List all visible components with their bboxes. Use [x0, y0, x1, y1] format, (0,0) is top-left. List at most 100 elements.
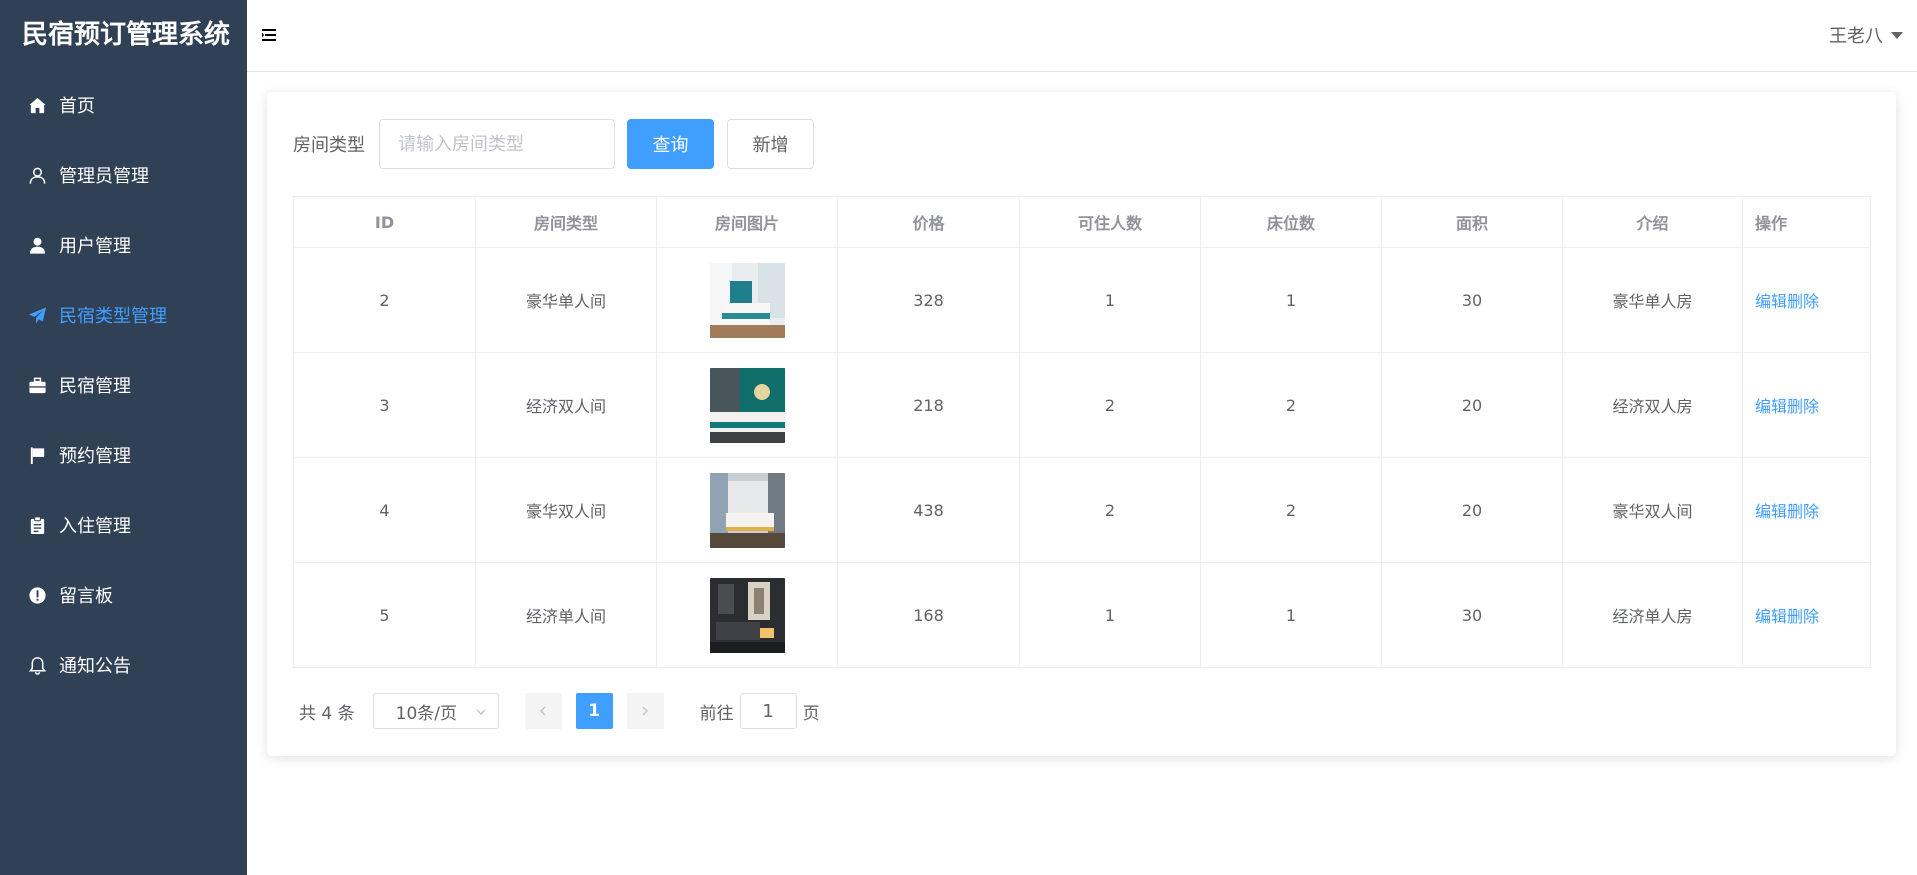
room-image[interactable] [709, 577, 785, 653]
sidebar-item-notices[interactable]: 通知公告 [0, 630, 247, 700]
sidebar-item-label: 民宿类型管理 [59, 306, 167, 327]
column-header-capacity: 可住人数 [1019, 196, 1201, 248]
cell-room-image [656, 352, 838, 458]
column-header-beds: 床位数 [1200, 196, 1382, 248]
sidebar-item-users[interactable]: 用户管理 [0, 210, 247, 280]
room-image[interactable] [709, 262, 785, 338]
goto-prefix: 前往 [699, 703, 734, 724]
cell-price: 328 [837, 247, 1020, 353]
page-number-button[interactable]: 1 [575, 693, 613, 729]
sidebar: 民宿预订管理系统 首页 管理员管理 用户管理 民宿类型管理 民宿管理 预约管理 … [0, 0, 247, 875]
sidebar-item-checkin[interactable]: 入住管理 [0, 490, 247, 560]
table-row: 3 经济双人间 218 2 2 20 经济双人房 编辑删除 [293, 352, 1871, 458]
chevron-down-icon [474, 704, 488, 718]
sidebar-item-room-types[interactable]: 民宿类型管理 [0, 280, 247, 350]
chevron-right-icon [642, 706, 649, 716]
sidebar-item-homestays[interactable]: 民宿管理 [0, 350, 247, 420]
cell-price: 218 [837, 352, 1020, 458]
cell-room-type: 豪华单人间 [475, 247, 657, 353]
user-dropdown[interactable]: 王老八 [1829, 22, 1903, 48]
chevron-left-icon [540, 706, 546, 716]
cell-room-type: 经济单人间 [475, 562, 657, 668]
delete-link[interactable]: 删除 [1787, 502, 1819, 521]
page-size-value: 10条/页 [395, 703, 457, 724]
collapse-menu-icon[interactable] [261, 26, 279, 44]
table-header-row: ID 房间类型 房间图片 价格 可住人数 床位数 面积 介绍 操作 [293, 196, 1871, 248]
cell-intro: 豪华双人间 [1562, 457, 1743, 563]
delete-link[interactable]: 删除 [1787, 292, 1819, 311]
sidebar-item-label: 预约管理 [59, 446, 131, 467]
clipboard-icon [27, 515, 47, 535]
cell-room-image [656, 562, 838, 668]
column-header-price: 价格 [837, 196, 1020, 248]
sidebar-item-home[interactable]: 首页 [0, 70, 247, 140]
cell-room-type: 经济双人间 [475, 352, 657, 458]
cell-actions: 编辑删除 [1742, 352, 1871, 458]
edit-link[interactable]: 编辑 [1755, 607, 1787, 626]
cell-beds: 1 [1200, 562, 1382, 668]
sidebar-item-admin[interactable]: 管理员管理 [0, 140, 247, 210]
delete-link[interactable]: 删除 [1787, 607, 1819, 626]
cell-id: 4 [293, 457, 476, 563]
suitcase-icon [27, 375, 47, 395]
column-header-id: ID [293, 196, 476, 248]
cell-beds: 1 [1200, 247, 1382, 353]
edit-link[interactable]: 编辑 [1755, 292, 1787, 311]
room-type-search-input[interactable] [379, 119, 615, 169]
sidebar-item-label: 首页 [59, 96, 95, 117]
delete-link[interactable]: 删除 [1787, 397, 1819, 416]
room-image[interactable] [709, 472, 785, 548]
cell-id: 3 [293, 352, 476, 458]
send-icon [27, 305, 47, 325]
cell-area: 20 [1381, 457, 1563, 563]
search-toolbar: 房间类型 查询 新增 [293, 119, 814, 169]
table-row: 4 豪华双人间 438 2 2 20 豪华双人间 编辑删除 [293, 457, 1871, 563]
column-header-intro: 介绍 [1562, 196, 1743, 248]
cell-area: 20 [1381, 352, 1563, 458]
goto-page-input[interactable] [739, 693, 797, 729]
bell-icon [27, 655, 47, 675]
total-count: 共 4 条 [299, 703, 355, 724]
cell-actions: 编辑删除 [1742, 562, 1871, 668]
cell-area: 30 [1381, 247, 1563, 353]
user-solid-icon [27, 235, 47, 255]
next-page-button[interactable] [626, 693, 664, 729]
sidebar-item-label: 留言板 [59, 586, 113, 607]
page-size-select[interactable]: 10条/页 [372, 693, 499, 729]
sidebar-item-label: 管理员管理 [59, 166, 149, 187]
sidebar-item-label: 入住管理 [59, 516, 131, 537]
edit-link[interactable]: 编辑 [1755, 397, 1787, 416]
add-button[interactable]: 新增 [727, 119, 814, 169]
content-card: 房间类型 查询 新增 ID 房间类型 房间图片 价格 可住人数 床位数 面积 [267, 92, 1896, 756]
page-jumper: 前往 页 [700, 693, 820, 729]
room-image[interactable] [709, 367, 785, 443]
cell-capacity: 1 [1019, 247, 1201, 353]
flag-icon [27, 445, 47, 465]
cell-intro: 经济双人房 [1562, 352, 1743, 458]
room-type-label: 房间类型 [293, 135, 365, 156]
user-outline-icon [27, 165, 47, 185]
cell-area: 30 [1381, 562, 1563, 668]
top-header: 王老八 [247, 0, 1917, 72]
caret-down-icon [1891, 31, 1903, 39]
cell-room-image [656, 247, 838, 353]
cell-capacity: 2 [1019, 352, 1201, 458]
room-type-table: ID 房间类型 房间图片 价格 可住人数 床位数 面积 介绍 操作 2 豪华单人… [293, 196, 1871, 668]
goto-suffix: 页 [802, 703, 820, 724]
edit-link[interactable]: 编辑 [1755, 502, 1787, 521]
cell-beds: 2 [1200, 352, 1382, 458]
query-button[interactable]: 查询 [627, 119, 714, 169]
table-row: 5 经济单人间 168 1 1 30 经济单人房 编辑删除 [293, 562, 1871, 668]
cell-room-image [656, 457, 838, 563]
cell-capacity: 2 [1019, 457, 1201, 563]
cell-intro: 经济单人房 [1562, 562, 1743, 668]
cell-capacity: 1 [1019, 562, 1201, 668]
prev-page-button[interactable] [524, 693, 562, 729]
user-name: 王老八 [1829, 26, 1883, 47]
column-header-area: 面积 [1381, 196, 1563, 248]
cell-room-type: 豪华双人间 [475, 457, 657, 563]
cell-beds: 2 [1200, 457, 1382, 563]
sidebar-item-bookings[interactable]: 预约管理 [0, 420, 247, 490]
sidebar-item-messages[interactable]: 留言板 [0, 560, 247, 630]
cell-actions: 编辑删除 [1742, 247, 1871, 353]
